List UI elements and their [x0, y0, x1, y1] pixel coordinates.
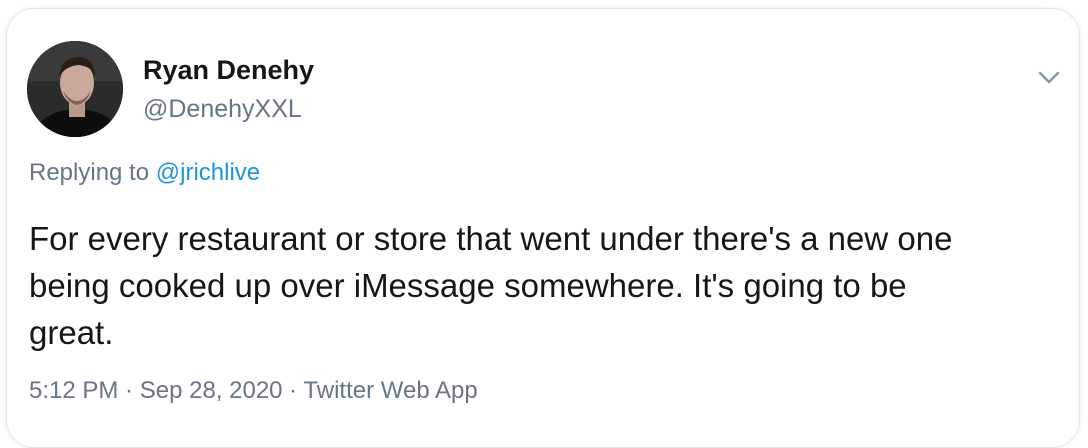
tweet-text: For every restaurant or store that went … [29, 220, 953, 351]
author-name[interactable]: Ryan Denehy [143, 55, 314, 86]
avatar-photo-icon [27, 41, 123, 137]
meta-separator: · [118, 377, 140, 404]
replying-to-mention-link[interactable]: @jrichlive [156, 159, 260, 186]
replying-to-line: Replying to @jrichlive [29, 159, 260, 187]
tweet-date-link[interactable]: Sep 28, 2020 [140, 377, 283, 404]
avatar[interactable] [27, 41, 123, 137]
tweet-metadata: 5:12 PM · Sep 28, 2020 · Twitter Web App [29, 377, 478, 405]
author-handle[interactable]: @DenehyXXL [143, 95, 302, 124]
meta-separator: · [282, 377, 304, 404]
tweet-card: Ryan Denehy @DenehyXXL Replying to @jric… [6, 8, 1080, 448]
tweet-time-link[interactable]: 5:12 PM [29, 377, 118, 404]
tweet-source-link[interactable]: Twitter Web App [303, 377, 477, 404]
replying-to-label: Replying to [29, 159, 156, 186]
chevron-down-icon[interactable] [1031, 59, 1067, 95]
